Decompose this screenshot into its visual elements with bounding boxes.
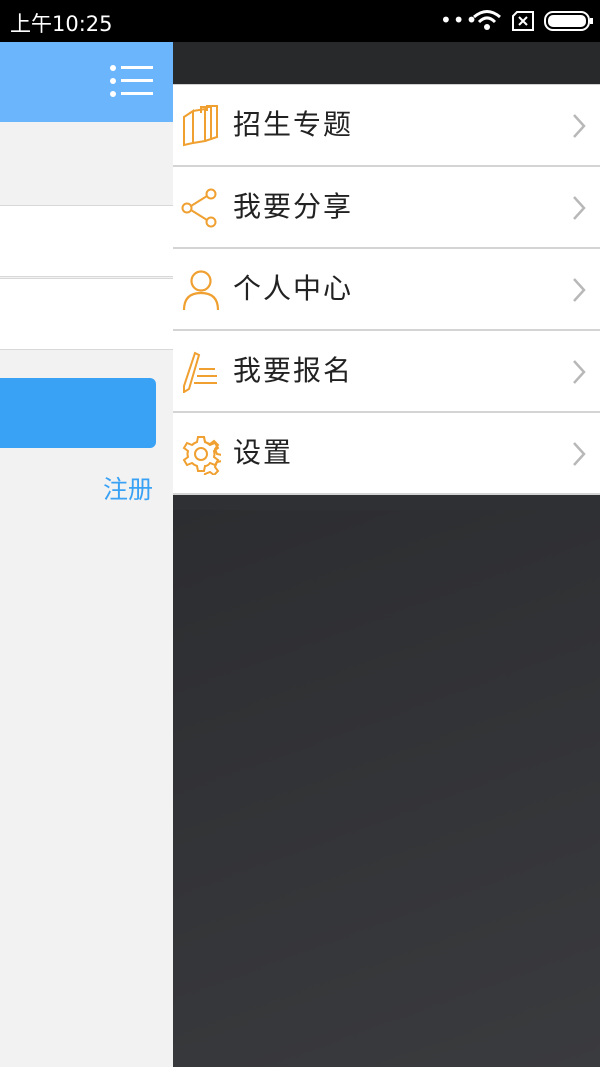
chevron-right-icon xyxy=(573,442,586,466)
chevron-right-icon xyxy=(573,278,586,302)
chevron-right-icon xyxy=(573,360,586,384)
menu-item-label: 我要报名 xyxy=(233,354,354,387)
gear-icon xyxy=(182,436,221,475)
no-sim-icon xyxy=(512,11,534,31)
login-button[interactable] xyxy=(0,378,156,448)
menu-item-signup[interactable]: 我要报名 xyxy=(173,331,600,413)
menu-item-label: 我要分享 xyxy=(233,190,354,223)
menu-item-admission-topics[interactable]: 招生专题 xyxy=(173,85,600,167)
menu-item-settings[interactable]: 设置 xyxy=(173,413,600,495)
password-field[interactable] xyxy=(0,278,173,350)
main-page: 注册 xyxy=(0,42,173,1067)
menu-item-profile[interactable]: 个人中心 xyxy=(173,249,600,331)
drawer-background xyxy=(173,510,600,1067)
wifi-icon xyxy=(473,10,501,30)
username-field[interactable] xyxy=(0,205,173,277)
share-icon xyxy=(181,188,217,228)
battery-icon xyxy=(544,11,593,31)
menu-list-icon[interactable] xyxy=(109,64,155,98)
register-link[interactable]: 注册 xyxy=(103,470,153,506)
menu-item-label: 设置 xyxy=(233,436,294,469)
menu-item-label: 招生专题 xyxy=(233,108,354,141)
person-icon xyxy=(182,270,220,311)
menu-item-label: 个人中心 xyxy=(233,272,354,305)
chevron-right-icon xyxy=(573,114,586,138)
status-time: 上午10:25 xyxy=(10,12,113,36)
books-icon xyxy=(183,105,218,147)
chevron-right-icon xyxy=(573,196,586,220)
main-header xyxy=(0,42,173,122)
menu-item-share[interactable]: 我要分享 xyxy=(173,167,600,249)
drawer-top-bar xyxy=(173,42,600,84)
drawer-menu: 招生专题 我要分享 个人中心 我要报名 设置 xyxy=(173,84,600,495)
status-bar: 上午10:25 ••• xyxy=(0,0,600,42)
pen-icon xyxy=(183,351,217,393)
